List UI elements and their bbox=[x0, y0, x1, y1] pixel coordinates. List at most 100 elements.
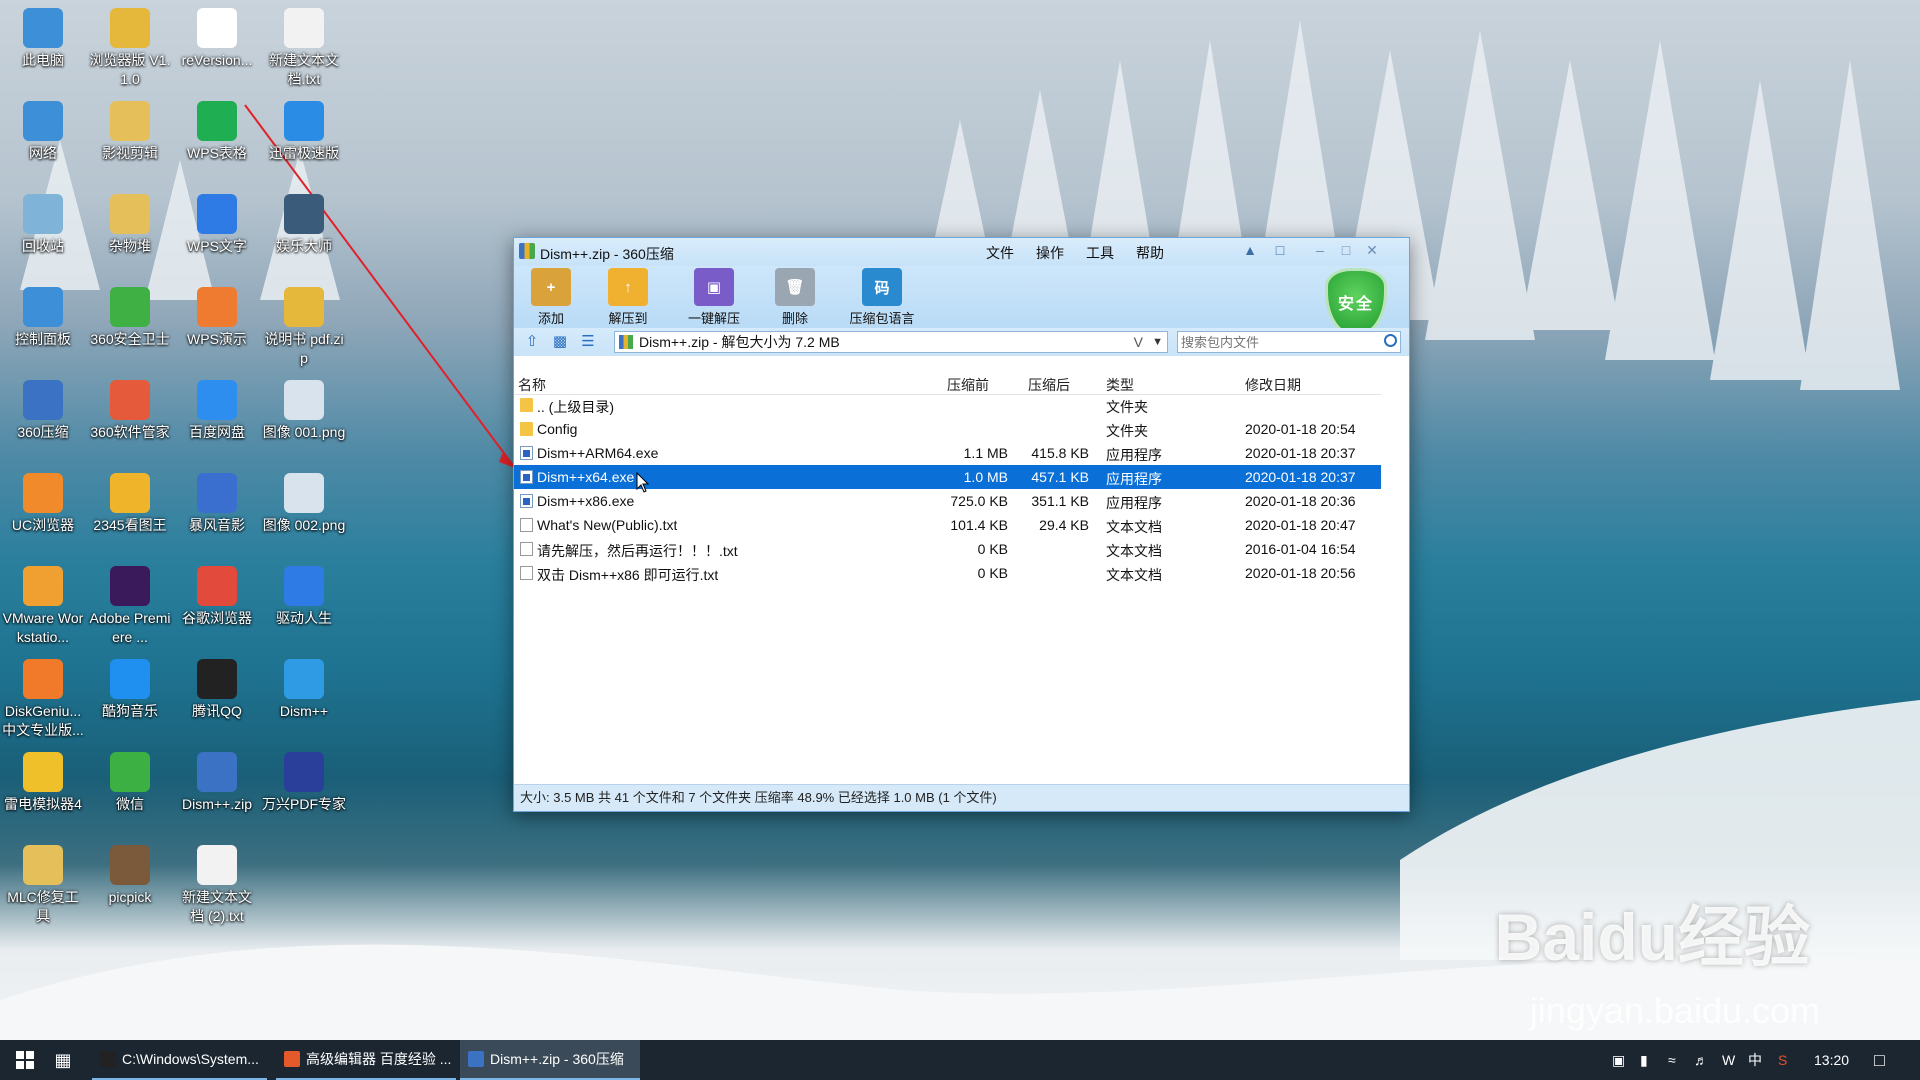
desktop-icon[interactable]: 360压缩 bbox=[0, 376, 86, 442]
desktop-icon[interactable]: Adobe Premiere ... bbox=[87, 562, 173, 647]
desktop-icon[interactable]: UC浏览器 bbox=[0, 469, 86, 535]
ime-indicator[interactable]: 中 bbox=[1748, 1040, 1762, 1080]
column-before[interactable]: 压缩前 bbox=[947, 375, 989, 395]
desktop-icon[interactable]: 百度网盘 bbox=[174, 376, 260, 442]
sogou-tray-icon[interactable]: S bbox=[1778, 1040, 1787, 1080]
file-before: 1.1 MB bbox=[963, 445, 1008, 461]
desktop-icon[interactable]: 酷狗音乐 bbox=[87, 655, 173, 721]
desktop-icon[interactable]: 影视剪辑 bbox=[87, 97, 173, 163]
usb-icon[interactable]: ▣ bbox=[1612, 1040, 1625, 1080]
desktop-icon[interactable]: 360安全卫士 bbox=[87, 283, 173, 349]
folder-icon bbox=[520, 398, 533, 412]
archive-language-button[interactable]: 码 压缩包语言 bbox=[844, 268, 920, 327]
menu-tools[interactable]: 工具 bbox=[1086, 243, 1114, 263]
battery-icon[interactable]: ▮ bbox=[1640, 1040, 1648, 1080]
desktop-icon[interactable]: 娱乐大师 bbox=[261, 190, 347, 256]
desktop-icon[interactable]: picpick bbox=[87, 841, 173, 907]
desktop-icon-label: 腾讯QQ bbox=[192, 703, 242, 719]
desktop-icon[interactable]: 回收站 bbox=[0, 190, 86, 256]
column-name[interactable]: 名称 bbox=[518, 375, 546, 395]
desktop-icon[interactable]: 说明书 pdf.zip bbox=[261, 283, 347, 368]
desktop-icon[interactable]: 2345看图王 bbox=[87, 469, 173, 535]
taskbar-app[interactable]: 高级编辑器 百度经验 ... bbox=[276, 1040, 456, 1080]
desktop-icon[interactable]: 此电脑 bbox=[0, 4, 86, 70]
delete-button[interactable]: 🗑 删除 bbox=[770, 268, 820, 327]
up-folder-icon[interactable]: ⇧ bbox=[522, 332, 542, 350]
desktop-icon[interactable]: MLC修复工 具 bbox=[0, 841, 86, 926]
desktop-icon[interactable]: Dism++.zip bbox=[174, 748, 260, 814]
column-type[interactable]: 类型 bbox=[1106, 375, 1134, 395]
desktop-icon[interactable]: 新建文本文 档 (2).txt bbox=[174, 841, 260, 926]
taskbar-app-label: Dism++.zip - 360压缩 bbox=[490, 1051, 624, 1067]
desktop-icon[interactable]: 微信 bbox=[87, 748, 173, 814]
wps-tray-icon[interactable]: W bbox=[1722, 1040, 1735, 1080]
thumbnail-view-icon[interactable]: ▩ bbox=[550, 332, 570, 350]
maximize-icon[interactable]: □ bbox=[1337, 242, 1355, 258]
desktop-icon[interactable]: 驱动人生 bbox=[261, 562, 347, 628]
menu-operate[interactable]: 操作 bbox=[1036, 243, 1064, 263]
desktop-icon-label: WPS演示 bbox=[187, 331, 247, 347]
taskbar-app[interactable]: C:\Windows\System... bbox=[92, 1040, 267, 1080]
desktop-icon[interactable]: WPS文字 bbox=[174, 190, 260, 256]
desktop-icon[interactable]: reVersion... bbox=[174, 4, 260, 70]
list-view-icon[interactable]: ☰ bbox=[578, 332, 598, 350]
wifi-icon[interactable]: ≈ bbox=[1668, 1040, 1676, 1080]
search-icon[interactable] bbox=[1384, 334, 1397, 347]
menu-file[interactable]: 文件 bbox=[986, 243, 1014, 263]
desktop-icon[interactable]: 浏览器版 V1.1.0 bbox=[87, 4, 173, 89]
exe-file-icon bbox=[520, 446, 533, 460]
desktop-icon[interactable]: 新建文本文 档.txt bbox=[261, 4, 347, 89]
desktop-icon[interactable]: WPS表格 bbox=[174, 97, 260, 163]
desktop-icon[interactable]: VMware Workstatio... bbox=[0, 562, 86, 647]
verify-mark[interactable]: V bbox=[1134, 332, 1143, 352]
taskbar-app[interactable]: Dism++.zip - 360压缩 bbox=[460, 1040, 640, 1080]
desktop-icon[interactable]: Dism++ bbox=[261, 655, 347, 721]
desktop-icon[interactable]: 图像 002.png bbox=[261, 469, 347, 535]
path-dropdown-icon[interactable]: ▼ bbox=[1152, 332, 1163, 352]
search-input[interactable] bbox=[1178, 332, 1373, 352]
skin-shirt-icon[interactable]: ▲ bbox=[1241, 242, 1259, 258]
desktop-icon[interactable]: 网络 bbox=[0, 97, 86, 163]
desktop-icon[interactable]: 迅雷极速版 bbox=[261, 97, 347, 163]
desktop-icon[interactable]: 图像 001.png bbox=[261, 376, 347, 442]
desktop-icon[interactable]: 雷电模拟器4 bbox=[0, 748, 86, 814]
file-row[interactable]: 双击 Dism++x86 即可运行.txt 0 KB 文本文档 2020-01-18 … bbox=[514, 561, 1381, 585]
one-click-extract-button[interactable]: ▣ 一键解压 bbox=[682, 268, 746, 327]
path-field[interactable]: Dism++.zip - 解包大小为 7.2 MB V ▼ bbox=[614, 331, 1168, 353]
notification-icon[interactable]: □ bbox=[1874, 1040, 1885, 1080]
title-bar[interactable]: Dism++.zip - 360压缩 文件 操作 工具 帮助 ▲ □ – □ ✕ bbox=[514, 238, 1409, 266]
desktop-icon[interactable]: 万兴PDF专家 bbox=[261, 748, 347, 814]
desktop-icon[interactable]: WPS演示 bbox=[174, 283, 260, 349]
file-row[interactable]: .. (上级目录) 文件夹 bbox=[514, 393, 1381, 417]
file-before: 0 KB bbox=[977, 565, 1008, 581]
add-button[interactable]: + 添加 bbox=[526, 268, 576, 327]
desktop-icon-label: DiskGeniu... 中文专业版... bbox=[2, 703, 84, 738]
minimize-icon[interactable]: – bbox=[1311, 242, 1329, 258]
feedback-icon[interactable]: □ bbox=[1271, 242, 1289, 258]
desktop-icon[interactable]: DiskGeniu... 中文专业版... bbox=[0, 655, 86, 740]
desktop-icon[interactable]: 杂物堆 bbox=[87, 190, 173, 256]
column-date[interactable]: 修改日期 bbox=[1245, 375, 1301, 395]
file-name: Dism++x64.exe bbox=[537, 469, 635, 485]
desktop-icon[interactable]: 暴风音影 bbox=[174, 469, 260, 535]
desktop-app-icon bbox=[23, 380, 63, 420]
text-file-icon bbox=[520, 566, 533, 580]
close-icon[interactable]: ✕ bbox=[1363, 242, 1381, 259]
desktop-icon[interactable]: 腾讯QQ bbox=[174, 655, 260, 721]
start-button[interactable] bbox=[10, 1040, 40, 1080]
clock[interactable]: 13:20 bbox=[1814, 1040, 1849, 1080]
file-row[interactable]: Config 文件夹 2020-01-18 20:54 bbox=[514, 417, 1381, 441]
task-view-icon[interactable]: ▦ bbox=[48, 1040, 78, 1080]
column-after[interactable]: 压缩后 bbox=[1028, 375, 1070, 395]
desktop-app-icon bbox=[197, 194, 237, 234]
volume-icon[interactable]: ♬ bbox=[1694, 1040, 1708, 1080]
file-row[interactable]: What's New(Public).txt 101.4 KB 29.4 KB 文本文… bbox=[514, 513, 1381, 537]
extract-to-button[interactable]: ↑ 解压到 bbox=[600, 268, 656, 327]
desktop-icon[interactable]: 控制面板 bbox=[0, 283, 86, 349]
menu-help[interactable]: 帮助 bbox=[1136, 243, 1164, 263]
desktop-icon[interactable]: 谷歌浏览器 bbox=[174, 562, 260, 628]
desktop-icon-label: WPS表格 bbox=[187, 145, 247, 161]
desktop-icon[interactable]: 360软件管家 bbox=[87, 376, 173, 442]
file-row[interactable]: 请先解压，然后再运行！！！.txt 0 KB 文本文档 2016-01-04 16:5… bbox=[514, 537, 1381, 561]
file-row[interactable]: Dism++ARM64.exe 1.1 MB 415.8 KB 应用程序 2020-01… bbox=[514, 441, 1381, 465]
